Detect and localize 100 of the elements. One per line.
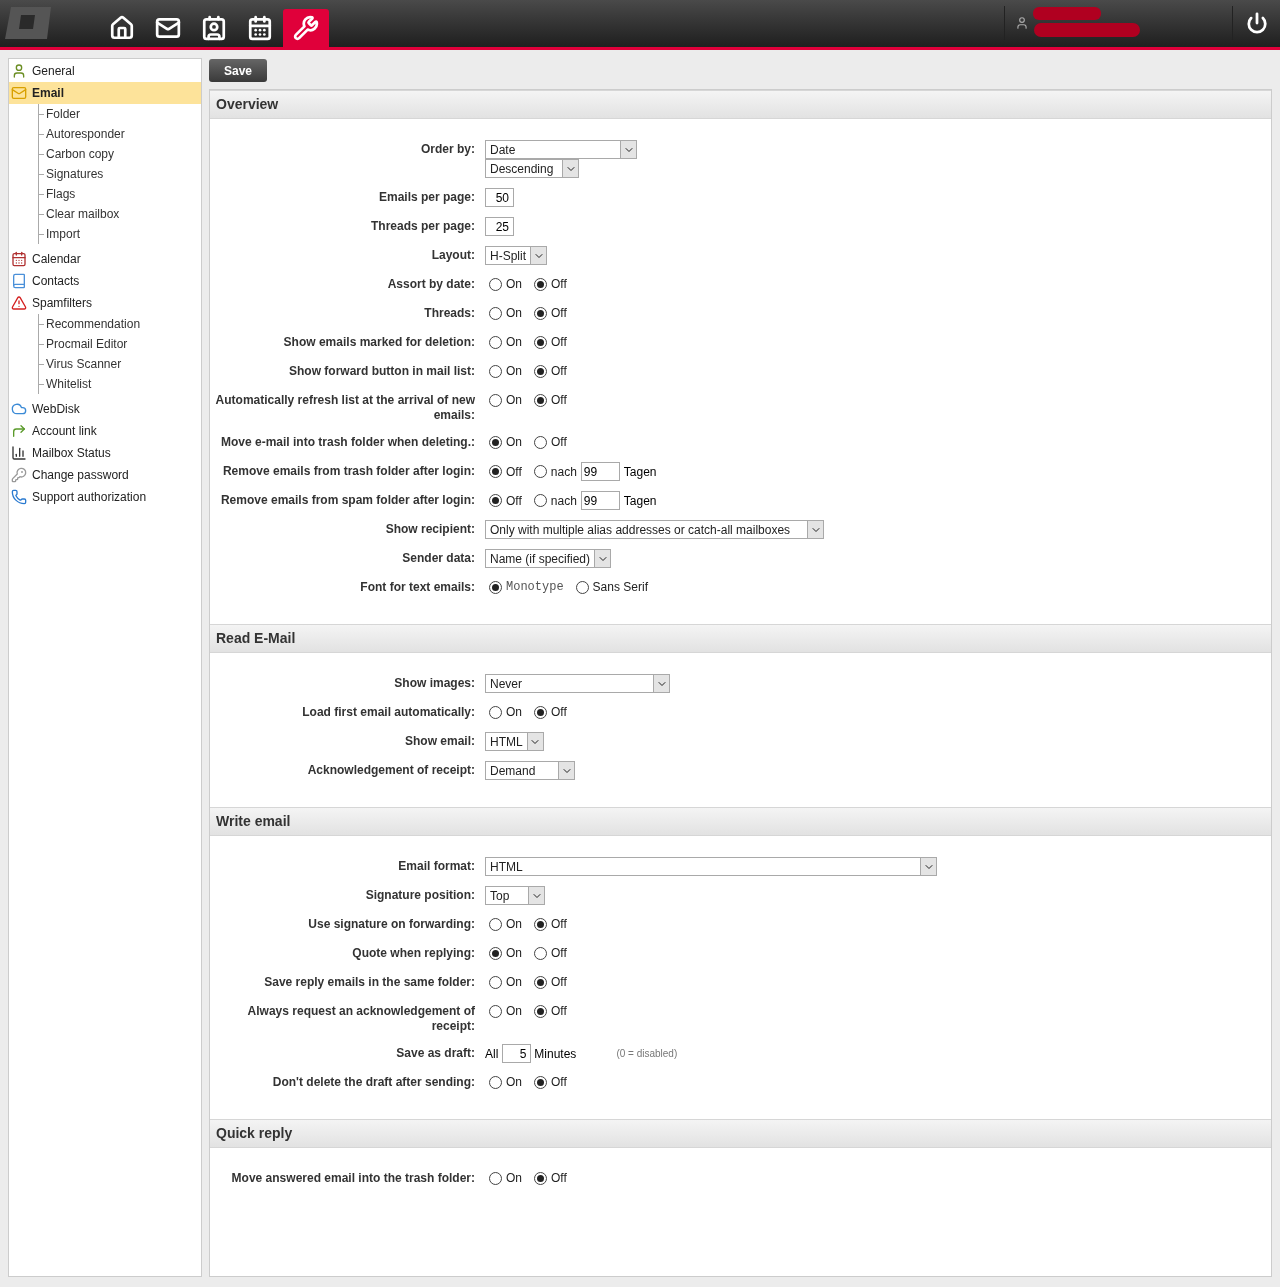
sidebar-subitem[interactable]: Virus Scanner bbox=[46, 355, 122, 373]
sidebar-item[interactable]: Support authorization bbox=[9, 486, 201, 508]
radio-button[interactable] bbox=[489, 580, 502, 594]
sidebar-subitem[interactable]: Flags bbox=[46, 185, 76, 203]
radio-button[interactable] bbox=[534, 1075, 547, 1089]
radio-button[interactable] bbox=[489, 975, 502, 989]
dropdown[interactable]: Demand bbox=[485, 761, 575, 780]
book-icon bbox=[11, 273, 27, 289]
radio-button[interactable] bbox=[489, 1004, 502, 1018]
sidebar-subitem[interactable]: Autoresponder bbox=[46, 125, 125, 143]
radio-button[interactable] bbox=[489, 335, 502, 349]
user-icon bbox=[1015, 16, 1029, 30]
dropdown[interactable]: Only with multiple alias addresses or catch-all mailboxes bbox=[485, 520, 824, 539]
dropdown[interactable]: HTML bbox=[485, 857, 937, 876]
option-label: Off bbox=[551, 1003, 567, 1020]
option-label: On bbox=[506, 1170, 522, 1187]
sidebar-item[interactable]: Account link bbox=[9, 420, 201, 442]
option-label: Off bbox=[551, 305, 567, 322]
dropdown[interactable]: Descending bbox=[485, 159, 579, 178]
sidebar-item[interactable]: Email bbox=[9, 82, 201, 104]
radio-button[interactable] bbox=[489, 435, 502, 449]
radio-button[interactable] bbox=[489, 393, 502, 407]
number-field[interactable]: 25 bbox=[485, 217, 514, 236]
dropdown[interactable]: Top bbox=[485, 886, 545, 905]
sidebar-subitem[interactable]: Folder bbox=[46, 105, 80, 123]
sidebar-subitem[interactable]: Whitelist bbox=[46, 375, 92, 393]
field-label: Layout: bbox=[431, 247, 475, 263]
option-label: On bbox=[506, 334, 522, 351]
key-icon bbox=[11, 467, 27, 483]
radio-button[interactable] bbox=[534, 1171, 547, 1185]
radio-button[interactable] bbox=[534, 946, 547, 960]
radio-button[interactable] bbox=[489, 1075, 502, 1089]
sidebar-item[interactable]: Change password bbox=[9, 464, 201, 486]
field-label: Automatically refresh list at the arrival of new emails: bbox=[214, 392, 475, 423]
dropdown[interactable]: Date bbox=[485, 140, 637, 159]
power-icon[interactable] bbox=[1245, 12, 1268, 34]
minutes-field[interactable]: 5 bbox=[502, 1044, 532, 1063]
radio-button[interactable] bbox=[489, 917, 502, 931]
phone-icon bbox=[11, 489, 27, 505]
radio-button[interactable] bbox=[489, 1171, 502, 1185]
option-label: On bbox=[506, 916, 522, 933]
radio-button[interactable] bbox=[575, 580, 589, 594]
sidebar-item[interactable]: Spamfilters bbox=[9, 292, 201, 314]
dropdown[interactable]: Name (if specified) bbox=[485, 549, 612, 568]
sidebar-item[interactable]: WebDisk bbox=[9, 398, 201, 420]
radio-button[interactable] bbox=[534, 306, 547, 320]
days-field[interactable]: 99 bbox=[580, 491, 620, 510]
option-label: Sans Serif bbox=[592, 579, 648, 596]
radio-button[interactable] bbox=[534, 393, 547, 407]
radio-button[interactable] bbox=[489, 494, 502, 507]
option-label: Off bbox=[551, 974, 567, 991]
sidebar-subitem[interactable]: Import bbox=[46, 225, 80, 243]
field-label: Save reply emails in the same folder: bbox=[264, 974, 475, 990]
radio-button[interactable] bbox=[534, 975, 547, 989]
radio-button[interactable] bbox=[489, 946, 502, 960]
radio-button[interactable] bbox=[489, 277, 502, 291]
radio-button[interactable] bbox=[489, 306, 502, 320]
radio-button[interactable] bbox=[534, 705, 547, 719]
option-label: nach bbox=[550, 492, 577, 510]
radio-button[interactable] bbox=[533, 465, 547, 478]
field-label: Show forward button in mail list: bbox=[289, 363, 475, 379]
dropdown[interactable]: H-Split bbox=[485, 246, 547, 265]
sidebar-item[interactable]: Contacts bbox=[9, 270, 201, 292]
radio-button[interactable] bbox=[489, 364, 502, 378]
radio-button[interactable] bbox=[533, 494, 547, 507]
logo-icon bbox=[5, 5, 51, 41]
radio-button[interactable] bbox=[534, 364, 547, 378]
arrow-icon bbox=[11, 423, 27, 439]
dropdown[interactable]: HTML bbox=[485, 732, 544, 751]
radio-button[interactable] bbox=[534, 335, 547, 349]
option-label: On bbox=[506, 434, 522, 451]
calendar-icon bbox=[247, 15, 273, 41]
home-icon bbox=[109, 15, 135, 41]
radio-button[interactable] bbox=[534, 1004, 547, 1018]
save-button[interactable]: Save bbox=[209, 59, 268, 82]
field-label: Save as draft: bbox=[396, 1045, 475, 1061]
field-label: Show emails marked for deletion: bbox=[283, 334, 475, 350]
sidebar-subitem[interactable]: Procmail Editor bbox=[46, 335, 128, 353]
sidebar-subitem[interactable]: Signatures bbox=[46, 165, 104, 183]
option-label: Off bbox=[551, 363, 567, 380]
sidebar-subitem[interactable]: Clear mailbox bbox=[46, 205, 120, 223]
sidebar-item[interactable]: Calendar bbox=[9, 248, 201, 270]
sidebar-subitem[interactable]: Carbon copy bbox=[46, 145, 115, 163]
sidebar-item[interactable]: General bbox=[9, 60, 201, 82]
dropdown[interactable]: Never bbox=[485, 674, 670, 693]
option-label: nach bbox=[550, 463, 577, 481]
hint-text: (0 = disabled) bbox=[616, 1047, 678, 1061]
cloud-icon bbox=[11, 401, 27, 417]
days-field[interactable]: 99 bbox=[580, 462, 620, 481]
unit-label: Minutes bbox=[534, 1045, 577, 1063]
number-field[interactable]: 50 bbox=[485, 188, 514, 207]
radio-button[interactable] bbox=[534, 435, 547, 449]
radio-button[interactable] bbox=[534, 917, 547, 931]
radio-button[interactable] bbox=[489, 465, 502, 478]
option-label: Monotype bbox=[506, 579, 564, 596]
radio-button[interactable] bbox=[534, 277, 547, 291]
sidebar-item[interactable]: Mailbox Status bbox=[9, 442, 201, 464]
radio-button[interactable] bbox=[489, 705, 502, 719]
sidebar-subitem[interactable]: Recommendation bbox=[46, 315, 141, 333]
option-label: On bbox=[506, 945, 522, 962]
